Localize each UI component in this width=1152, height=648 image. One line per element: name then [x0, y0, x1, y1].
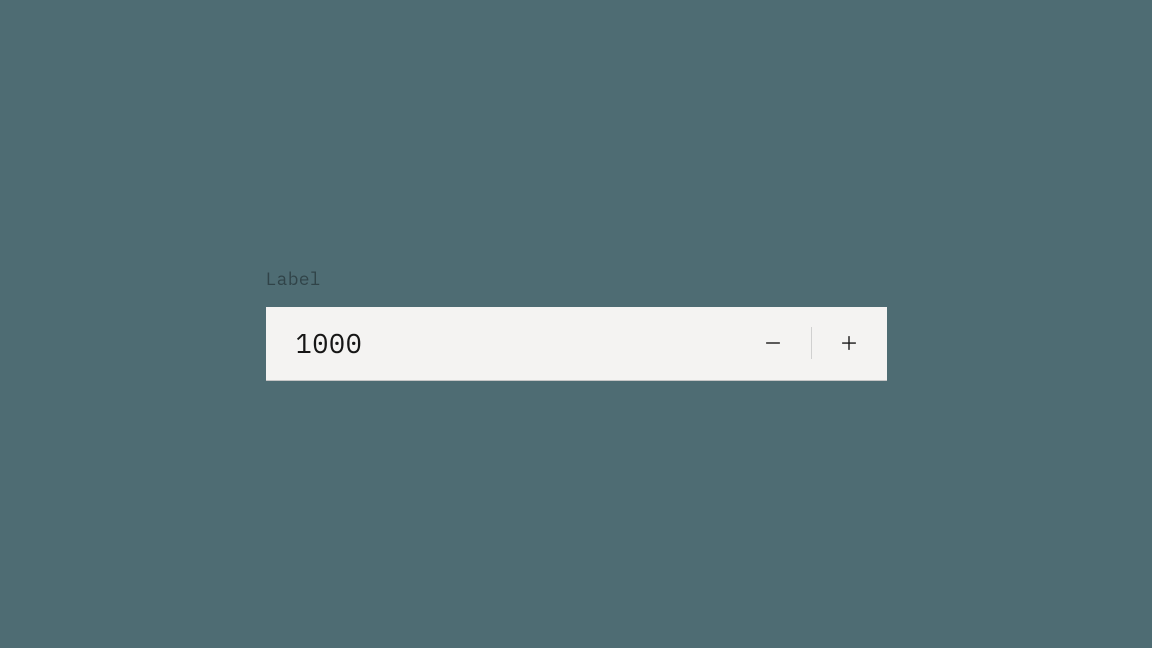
number-stepper: [266, 307, 887, 381]
subtract-icon: [762, 332, 784, 354]
decrement-button[interactable]: [735, 307, 811, 380]
add-icon: [838, 332, 860, 354]
number-input[interactable]: [296, 326, 735, 361]
number-input-label: Label: [266, 267, 887, 290]
number-input-group: Label: [266, 267, 887, 380]
increment-button[interactable]: [811, 307, 887, 380]
